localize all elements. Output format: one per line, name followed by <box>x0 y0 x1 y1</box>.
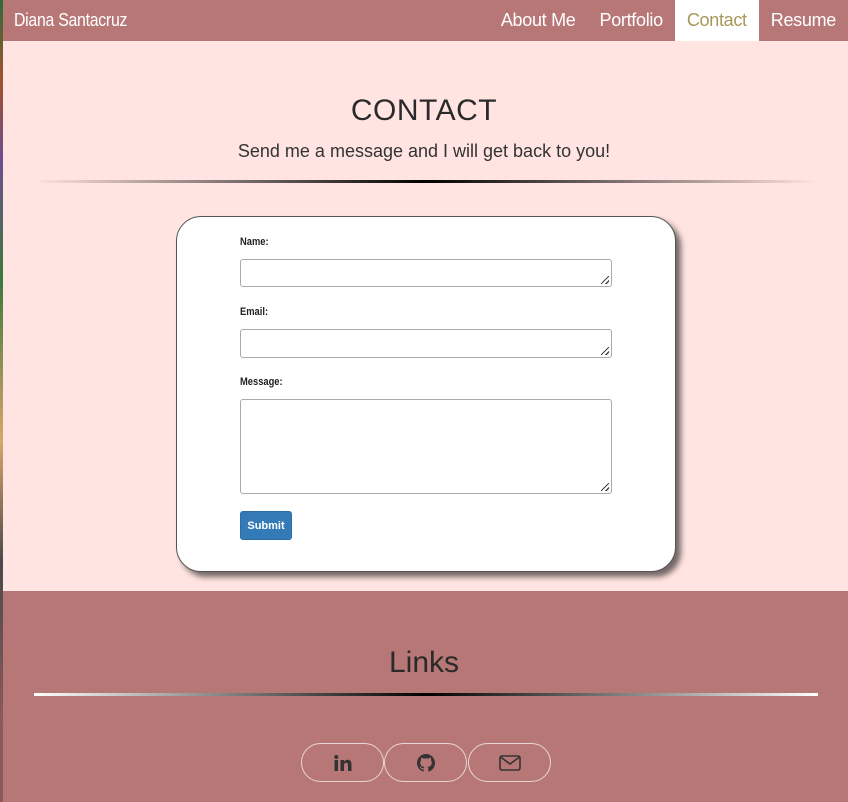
envelope-icon <box>498 754 521 771</box>
message-field[interactable] <box>240 399 612 494</box>
github-icon <box>416 753 435 772</box>
github-button[interactable] <box>384 743 467 782</box>
nav-item-portfolio[interactable]: Portfolio <box>587 0 674 41</box>
email-label: Email: <box>240 306 269 318</box>
navbar: Diana Santacruz About Me Portfolio Conta… <box>3 0 848 41</box>
message-label: Message: <box>240 376 283 388</box>
resize-handle-icon[interactable] <box>601 276 609 284</box>
nav-links: About Me Portfolio Contact Resume <box>489 0 848 41</box>
resize-handle-icon[interactable] <box>601 483 609 491</box>
email-button[interactable] <box>468 743 551 782</box>
section-divider <box>34 180 818 183</box>
links-title: Links <box>388 646 460 679</box>
footer-divider <box>34 693 818 696</box>
submit-button[interactable]: Submit <box>240 511 292 540</box>
name-label: Name: <box>240 236 269 248</box>
brand-link[interactable]: Diana Santacruz <box>14 0 127 41</box>
linkedin-icon <box>333 754 351 771</box>
email-field[interactable] <box>240 329 612 358</box>
name-field[interactable] <box>240 259 612 287</box>
contact-subtitle: Send me a message and I will get back to… <box>237 141 611 161</box>
linkedin-button[interactable] <box>301 743 384 782</box>
nav-item-about-me[interactable]: About Me <box>489 0 588 41</box>
nav-item-contact[interactable]: Contact <box>674 0 759 41</box>
resize-handle-icon[interactable] <box>601 347 609 355</box>
nav-item-resume[interactable]: Resume <box>759 0 848 41</box>
contact-title: CONTACT <box>350 94 498 127</box>
contact-form-card: Name: Email: Message: Submit <box>176 216 676 572</box>
